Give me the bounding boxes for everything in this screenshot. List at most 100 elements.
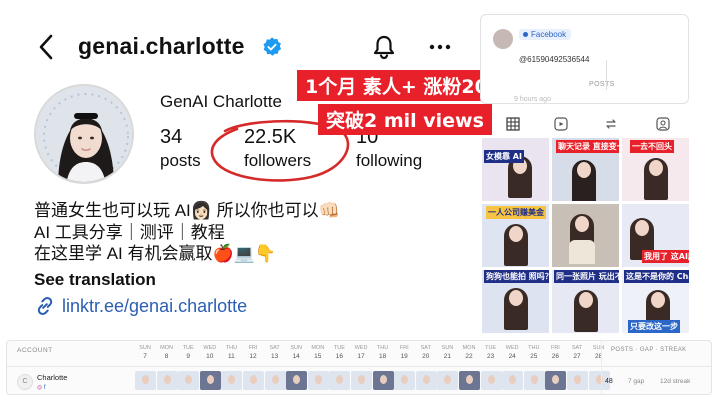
scheduled-post-thumbnail[interactable]: [394, 371, 416, 390]
notification-bell-icon[interactable]: [370, 33, 398, 61]
schedule-day-header: FRI 12: [243, 345, 263, 360]
profile-avatar[interactable]: [34, 84, 134, 184]
repost-tab-icon[interactable]: [604, 117, 618, 131]
post-tile[interactable]: 聊天记录 直接变一首歌: [552, 138, 619, 201]
post-tile-title: 这是不是你的 ChatGPT?: [624, 270, 689, 283]
post-tile[interactable]: 一人公司赚美金: [482, 204, 549, 267]
day-of-week: FRI: [550, 345, 560, 351]
schedule-day-header: FRI 19: [394, 345, 414, 360]
schedule-day-header: THU 11: [221, 345, 241, 360]
scheduled-post-thumbnail[interactable]: [523, 371, 545, 390]
verified-badge-icon: [263, 37, 282, 56]
day-of-week: WED: [203, 345, 217, 351]
platform-badge: Facebook: [519, 29, 572, 40]
scheduled-post-thumbnail[interactable]: [545, 371, 567, 390]
post-tile-title: 聊天记录 直接变一首歌: [556, 140, 619, 153]
tile-face-shape: [651, 292, 665, 308]
tile-face-shape: [509, 226, 523, 242]
card-timestamp: 9 hours ago: [514, 96, 551, 103]
post-tile[interactable]: 这是不是你的 ChatGPT? 只要改这一步: [622, 270, 689, 333]
profile-link[interactable]: linktr.ee/genai.charlotte: [34, 295, 247, 317]
schedule-day-header: SUN 28: [589, 345, 609, 360]
scheduled-post-thumbnail[interactable]: [178, 371, 200, 390]
avatar-portrait-illustration: [36, 86, 132, 182]
day-number: 13: [270, 353, 279, 360]
bio-line-2: AI 工具分享｜测评｜教程: [34, 222, 225, 242]
scheduled-post-thumbnail[interactable]: [286, 371, 308, 390]
schedule-day-header: MON 8: [157, 345, 177, 360]
day-number: 26: [551, 353, 559, 360]
facebook-icon: f: [43, 385, 46, 391]
day-of-week: SAT: [269, 345, 280, 351]
profile-bio: 普通女生也可以玩 AI👩🏻 所以你也可以👊🏻 AI 工具分享｜测评｜教程 在这里…: [34, 200, 340, 265]
posts-stat[interactable]: 34 posts: [160, 126, 201, 171]
post-tile[interactable]: [552, 204, 619, 267]
tile-face-shape: [575, 216, 589, 232]
more-options-icon[interactable]: [428, 35, 452, 59]
schedule-day-header: WED 24: [502, 345, 522, 360]
profile-username: genai.charlotte: [78, 33, 245, 59]
schedule-day-header: THU 25: [524, 345, 544, 360]
day-number: 15: [314, 353, 322, 360]
following-label: following: [356, 151, 423, 170]
back-arrow-icon[interactable]: [34, 32, 60, 62]
content-tab-strip: [496, 117, 696, 135]
see-translation-link[interactable]: See translation: [34, 270, 156, 290]
scheduled-post-thumbnail[interactable]: [415, 371, 437, 390]
scheduled-post-thumbnail[interactable]: [329, 371, 351, 390]
schedule-day-header: THU 18: [373, 345, 393, 360]
day-of-week: SUN: [592, 345, 605, 351]
post-tile[interactable]: 我用了 这AI所: [622, 204, 689, 267]
scheduled-post-thumbnail[interactable]: [264, 371, 286, 390]
day-number: 8: [164, 353, 169, 360]
reels-tab-icon[interactable]: [554, 117, 568, 131]
scheduled-post-thumbnail[interactable]: [459, 371, 480, 390]
post-grid: 女模靠 AI 聊天记录 直接变一首歌 一去不回头 一人公司赚美金 我用了 这AI…: [482, 138, 689, 334]
day-number: 25: [530, 353, 538, 360]
stats-column-header: POSTS · GAP · STREAK: [611, 347, 687, 353]
post-tile[interactable]: 一去不回头: [622, 138, 689, 201]
day-number: 23: [486, 353, 495, 360]
scheduled-post-thumbnail[interactable]: [372, 371, 394, 390]
link-icon: [37, 296, 53, 316]
schedule-day-header: SUN 21: [437, 345, 457, 360]
account-avatar: C: [17, 374, 33, 390]
scheduled-post-thumbnail[interactable]: [199, 371, 221, 390]
schedule-day-header: TUE 16: [329, 345, 349, 360]
schedule-day-header: SAT 13: [265, 345, 285, 360]
scheduled-post-thumbnail[interactable]: [307, 371, 329, 390]
tile-face-shape: [579, 292, 593, 308]
post-tile-title: 同一张照片 玩出不同风格: [554, 270, 619, 283]
day-number: 10: [206, 353, 214, 360]
scheduled-post-thumbnail[interactable]: [221, 371, 243, 390]
post-tile[interactable]: 狗狗也能拍 照吗？: [482, 270, 549, 333]
day-of-week: FRI: [248, 345, 258, 351]
account-id: @61590492536544: [519, 55, 590, 64]
day-number: 28: [594, 353, 603, 360]
day-of-week: SUN: [139, 345, 151, 351]
account-column-header: ACCOUNT: [17, 347, 53, 354]
scheduled-post-thumbnail[interactable]: [156, 371, 178, 390]
posts-label: posts: [160, 151, 201, 170]
day-number: 21: [443, 353, 451, 360]
scheduled-post-thumbnail[interactable]: [243, 371, 264, 390]
day-of-week: THU: [376, 345, 389, 351]
tile-face-shape: [577, 162, 591, 178]
post-tile[interactable]: 同一张照片 玩出不同风格: [552, 270, 619, 333]
account-card[interactable]: Facebook @61590492536544 POSTS: [480, 14, 689, 104]
tagged-tab-icon[interactable]: [656, 117, 670, 131]
scheduled-post-thumbnail[interactable]: [351, 371, 372, 390]
instagram-icon: ◎ f: [37, 385, 46, 391]
grid-tab-icon[interactable]: [506, 117, 520, 131]
scheduled-post-thumbnail[interactable]: [437, 371, 459, 390]
day-of-week: WED: [505, 345, 519, 351]
scheduled-post-thumbnail[interactable]: [480, 371, 502, 390]
scheduled-post-thumbnail[interactable]: [567, 371, 588, 390]
card-divider: [606, 60, 607, 90]
scheduled-post-thumbnail[interactable]: [135, 371, 156, 390]
day-number: 19: [400, 353, 408, 360]
scheduled-post-thumbnail[interactable]: [502, 371, 524, 390]
account-name[interactable]: Charlotte: [37, 373, 67, 382]
post-tile[interactable]: 女模靠 AI: [482, 138, 549, 201]
tile-face-shape: [509, 290, 523, 306]
